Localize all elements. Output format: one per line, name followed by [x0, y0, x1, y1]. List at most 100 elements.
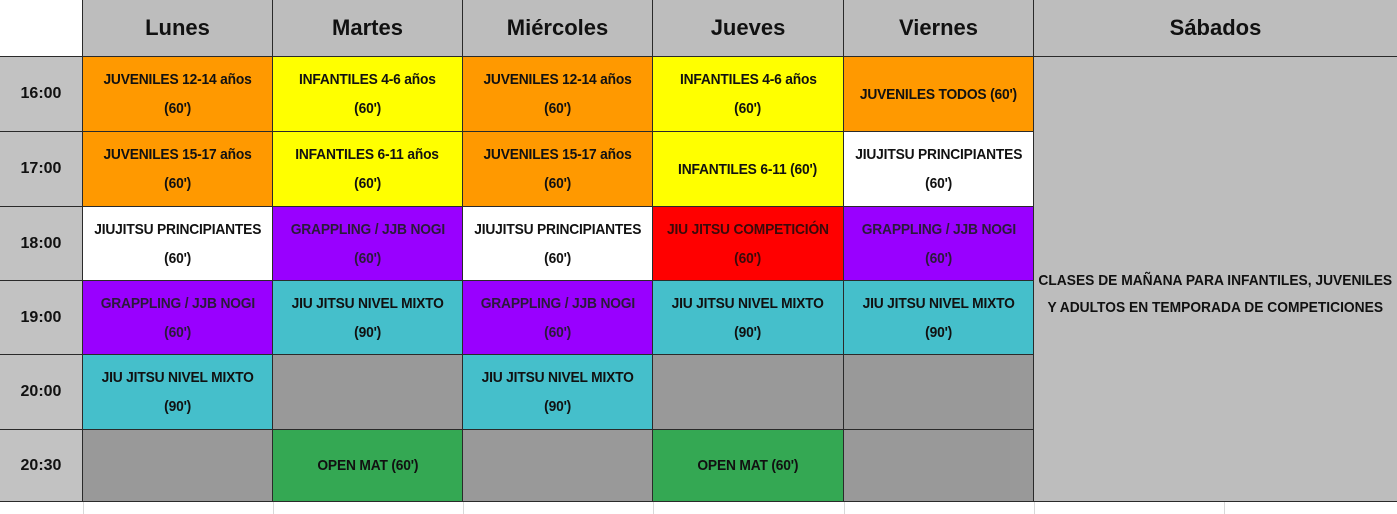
class-name: JUVENILES 12-14 años — [103, 71, 252, 88]
class-name: GRAPPLING / JJB NOGI — [480, 294, 635, 312]
class-name: JIU JITSU NIVEL MIXTO — [671, 294, 825, 312]
class-cell: JIUJITSU PRINCIPIANTES (60') — [463, 207, 653, 281]
class-duration: (90') — [354, 323, 381, 341]
class-duration: (60') — [925, 175, 952, 192]
saturday-line-1: CLASES DE MAÑANA PARA INFANTILES, JUVENI… — [1038, 272, 1393, 289]
grid-tick — [83, 502, 84, 514]
class-duration: (60') — [164, 323, 191, 341]
class-name: GRAPPLING / JJB NOGI — [861, 220, 1016, 238]
class-duration: (60') — [734, 100, 762, 117]
class-duration: (60') — [925, 249, 952, 267]
class-cell: OPEN MAT (60') — [273, 430, 463, 502]
day-label: Lunes — [145, 15, 210, 40]
time-cell: 20:30 — [0, 430, 83, 502]
class-name: INFANTILES 6-11 años — [295, 146, 440, 163]
class-cell: GRAPPLING / JJB NOGI (60') — [463, 281, 653, 355]
time-cell: 19:00 — [0, 281, 83, 355]
class-name: JIUJITSU PRINCIPIANTES — [94, 220, 261, 238]
day-header-jueves: Jueves — [653, 0, 844, 57]
class-name: OPEN MAT (60') — [697, 457, 799, 474]
class-cell: JIU JITSU NIVEL MIXTO (90') — [83, 355, 273, 430]
time-label: 16:00 — [20, 85, 62, 102]
class-duration: (60') — [354, 249, 381, 267]
class-cell: GRAPPLING / JJB NOGI (60') — [273, 207, 463, 281]
grid-tick — [653, 502, 654, 514]
time-label: 17:00 — [20, 160, 62, 177]
day-label: Sábados — [1169, 15, 1262, 40]
class-cell: GRAPPLING / JJB NOGI (60') — [844, 207, 1034, 281]
class-cell — [844, 355, 1034, 430]
corner-cell — [0, 0, 83, 57]
day-label: Viernes — [898, 15, 979, 40]
class-cell: JIU JITSU NIVEL MIXTO (90') — [273, 281, 463, 355]
class-duration: (60') — [544, 249, 571, 267]
grid-tick — [844, 502, 845, 514]
class-name: OPEN MAT (60') — [317, 457, 418, 474]
class-cell: INFANTILES 6-11 años (60') — [273, 132, 463, 207]
grid-tick — [1224, 502, 1225, 514]
time-label: 18:00 — [20, 234, 62, 252]
schedule-table: Lunes Martes Miércoles Jueves Viernes Sá… — [0, 0, 1397, 514]
class-cell — [273, 355, 463, 430]
class-duration: (90') — [925, 323, 952, 341]
class-cell: JUVENILES 12-14 años (60') — [83, 57, 273, 132]
class-cell: JUVENILES TODOS (60') — [844, 57, 1034, 132]
class-name: INFANTILES 4-6 años — [679, 71, 817, 88]
class-name: JIUJITSU PRINCIPIANTES — [474, 220, 641, 238]
class-cell — [463, 430, 653, 502]
saturday-text: CLASES DE MAÑANA PARA INFANTILES, JUVENI… — [1039, 267, 1393, 321]
day-label: Miércoles — [506, 15, 609, 40]
class-name: JIUJITSU PRINCIPIANTES — [855, 146, 1022, 163]
class-duration: (60') — [544, 175, 571, 192]
grid-tick — [463, 502, 464, 514]
class-cell — [653, 355, 844, 430]
class-cell: INFANTILES 6-11 (60') — [653, 132, 844, 207]
class-name: INFANTILES 6-11 (60') — [678, 160, 818, 178]
class-cell: JIU JITSU NIVEL MIXTO (90') — [463, 355, 653, 430]
class-duration: (60') — [354, 100, 381, 117]
class-name: GRAPPLING / JJB NOGI — [100, 294, 255, 312]
class-cell — [83, 430, 273, 502]
class-cell: JIU JITSU NIVEL MIXTO (90') — [653, 281, 844, 355]
day-header-viernes: Viernes — [844, 0, 1034, 57]
class-name: JIU JITSU NIVEL MIXTO — [101, 369, 254, 386]
class-duration: (90') — [544, 398, 571, 415]
time-label: 20:00 — [20, 383, 62, 400]
day-header-miercoles: Miércoles — [463, 0, 653, 57]
class-duration: (60') — [164, 249, 191, 267]
day-label: Martes — [332, 15, 403, 40]
time-cell: 17:00 — [0, 132, 83, 207]
class-name: JIU JITSU NIVEL MIXTO — [862, 294, 1015, 312]
class-duration: (90') — [164, 398, 191, 415]
day-label: Jueves — [710, 15, 786, 40]
class-name: INFANTILES 4-6 años — [299, 71, 436, 88]
saturday-line-2: Y ADULTOS EN TEMPORADA DE COMPETICIONES — [1047, 299, 1384, 316]
class-cell — [844, 430, 1034, 502]
class-cell: INFANTILES 4-6 años (60') — [653, 57, 844, 132]
time-label: 20:30 — [20, 456, 62, 474]
class-name: GRAPPLING / JJB NOGI — [290, 220, 445, 238]
grid-tick — [1034, 502, 1035, 514]
class-cell: JIU JITSU NIVEL MIXTO (90') — [844, 281, 1034, 355]
class-duration: (90') — [734, 323, 762, 341]
bottom-strip — [0, 502, 1397, 514]
class-name: JUVENILES 15-17 años — [483, 146, 632, 163]
class-cell: JIUJITSU PRINCIPIANTES (60') — [83, 207, 273, 281]
class-name: JIU JITSU COMPETICIÓN — [667, 220, 829, 238]
class-name: JUVENILES TODOS (60') — [859, 85, 1018, 103]
day-header-lunes: Lunes — [83, 0, 273, 57]
class-cell: OPEN MAT (60') — [653, 430, 844, 502]
time-cell: 16:00 — [0, 57, 83, 132]
class-name: JIU JITSU NIVEL MIXTO — [481, 369, 634, 386]
class-name: JUVENILES 12-14 años — [483, 71, 632, 88]
class-cell: JUVENILES 12-14 años (60') — [463, 57, 653, 132]
class-duration: (60') — [164, 100, 191, 117]
class-name: JUVENILES 15-17 años — [103, 146, 252, 163]
class-duration: (60') — [354, 175, 381, 192]
class-name: JIU JITSU NIVEL MIXTO — [291, 294, 444, 312]
class-cell: GRAPPLING / JJB NOGI (60') — [83, 281, 273, 355]
class-duration: (60') — [544, 100, 571, 117]
time-cell: 20:00 — [0, 355, 83, 430]
class-duration: (60') — [544, 323, 571, 341]
class-duration: (60') — [734, 249, 762, 267]
